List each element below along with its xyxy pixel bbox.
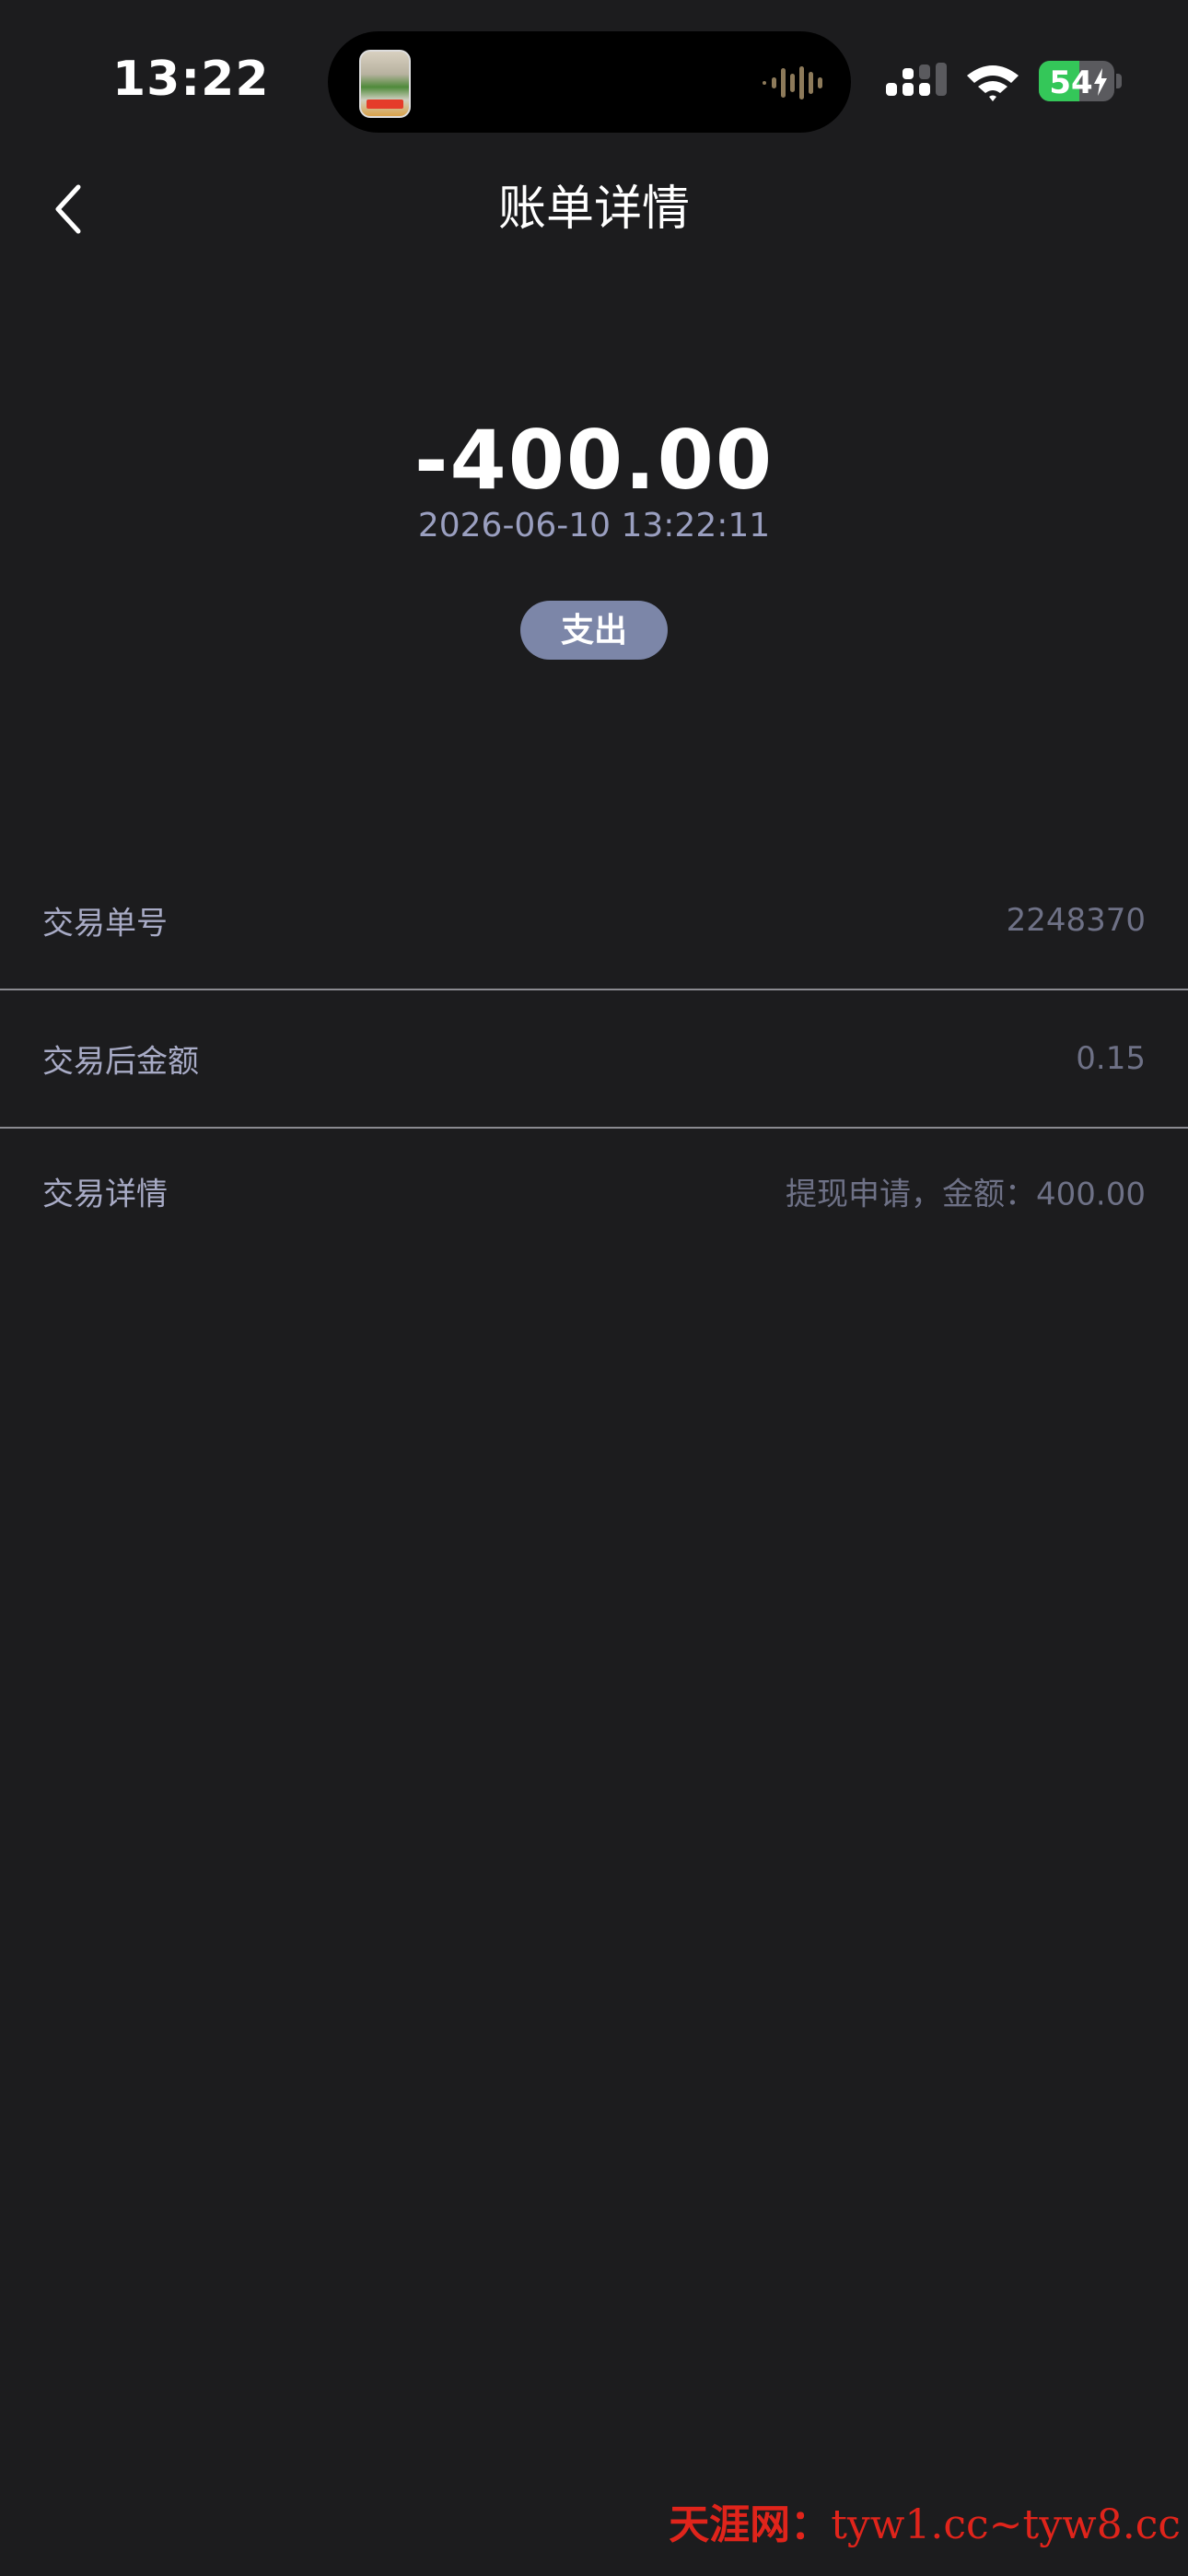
watermark-domains: tyw1.cc~tyw8.cc: [831, 2501, 1181, 2548]
transaction-datetime: 2026-06-10 13:22:11: [417, 507, 771, 544]
detail-row-order-number: 交易单号 2248370: [0, 851, 1188, 989]
dynamic-island[interactable]: [328, 31, 851, 133]
battery-icon: 54: [1039, 61, 1114, 101]
bill-detail-screen: 13:22 54 账单详情 -400.00 2026-06-10 13:22:1…: [0, 0, 1188, 2576]
detail-value: 0.15: [1076, 1040, 1146, 1077]
transaction-type-badge: 支出: [520, 601, 668, 660]
audio-wave-icon: [763, 66, 822, 100]
detail-value: 2248370: [1006, 902, 1146, 939]
app-thumbnail-icon[interactable]: [359, 50, 411, 118]
page-title: 账单详情: [497, 182, 690, 236]
watermark: 天涯网：tyw1.cc~tyw8.cc: [669, 2491, 1181, 2550]
detail-row-transaction-info: 交易详情 提现申请，金额：400.00: [0, 1122, 1188, 1260]
transaction-amount: -400.00: [413, 413, 775, 508]
detail-label: 交易后金额: [42, 1044, 199, 1080]
detail-value: 提现申请，金额：400.00: [786, 1176, 1146, 1213]
status-time: 13:22: [112, 52, 270, 107]
detail-label: 交易单号: [42, 906, 168, 942]
watermark-brand: 天涯网：: [669, 2501, 832, 2548]
detail-row-balance-after: 交易后金额 0.15: [0, 989, 1188, 1128]
status-bar: 13:22 54: [0, 0, 1188, 138]
battery-cap: [1116, 74, 1122, 88]
cellular-signal-icon: [886, 63, 947, 96]
charging-bolt-icon: [1094, 68, 1107, 96]
wifi-icon: [967, 65, 1019, 101]
detail-label: 交易详情: [42, 1177, 168, 1212]
